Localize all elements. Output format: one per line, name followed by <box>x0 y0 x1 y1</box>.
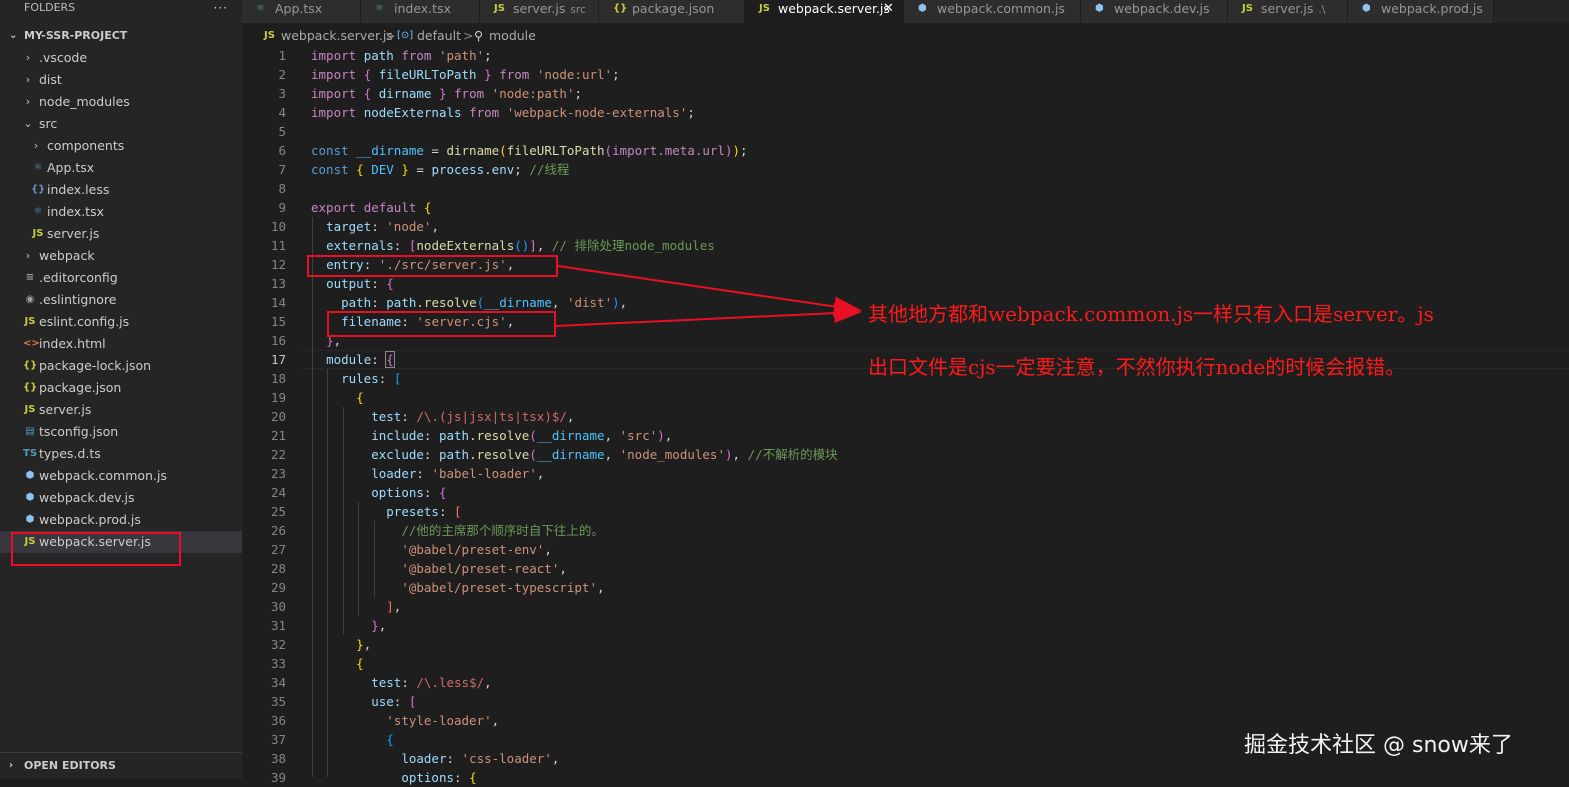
arrow-filename <box>555 303 862 327</box>
arrow-entry <box>557 265 862 317</box>
watermark: 掘金技术社区 @ snow来了 <box>1244 733 1513 758</box>
annotation-text-2: 出口文件是cjs一定要注意，不然你执行node的时候会报错。 <box>868 355 1406 379</box>
annotation-text-1: 其他地方都和webpack.common.js一样只有入口是server。js <box>868 302 1434 326</box>
annotation-arrows <box>555 265 862 327</box>
